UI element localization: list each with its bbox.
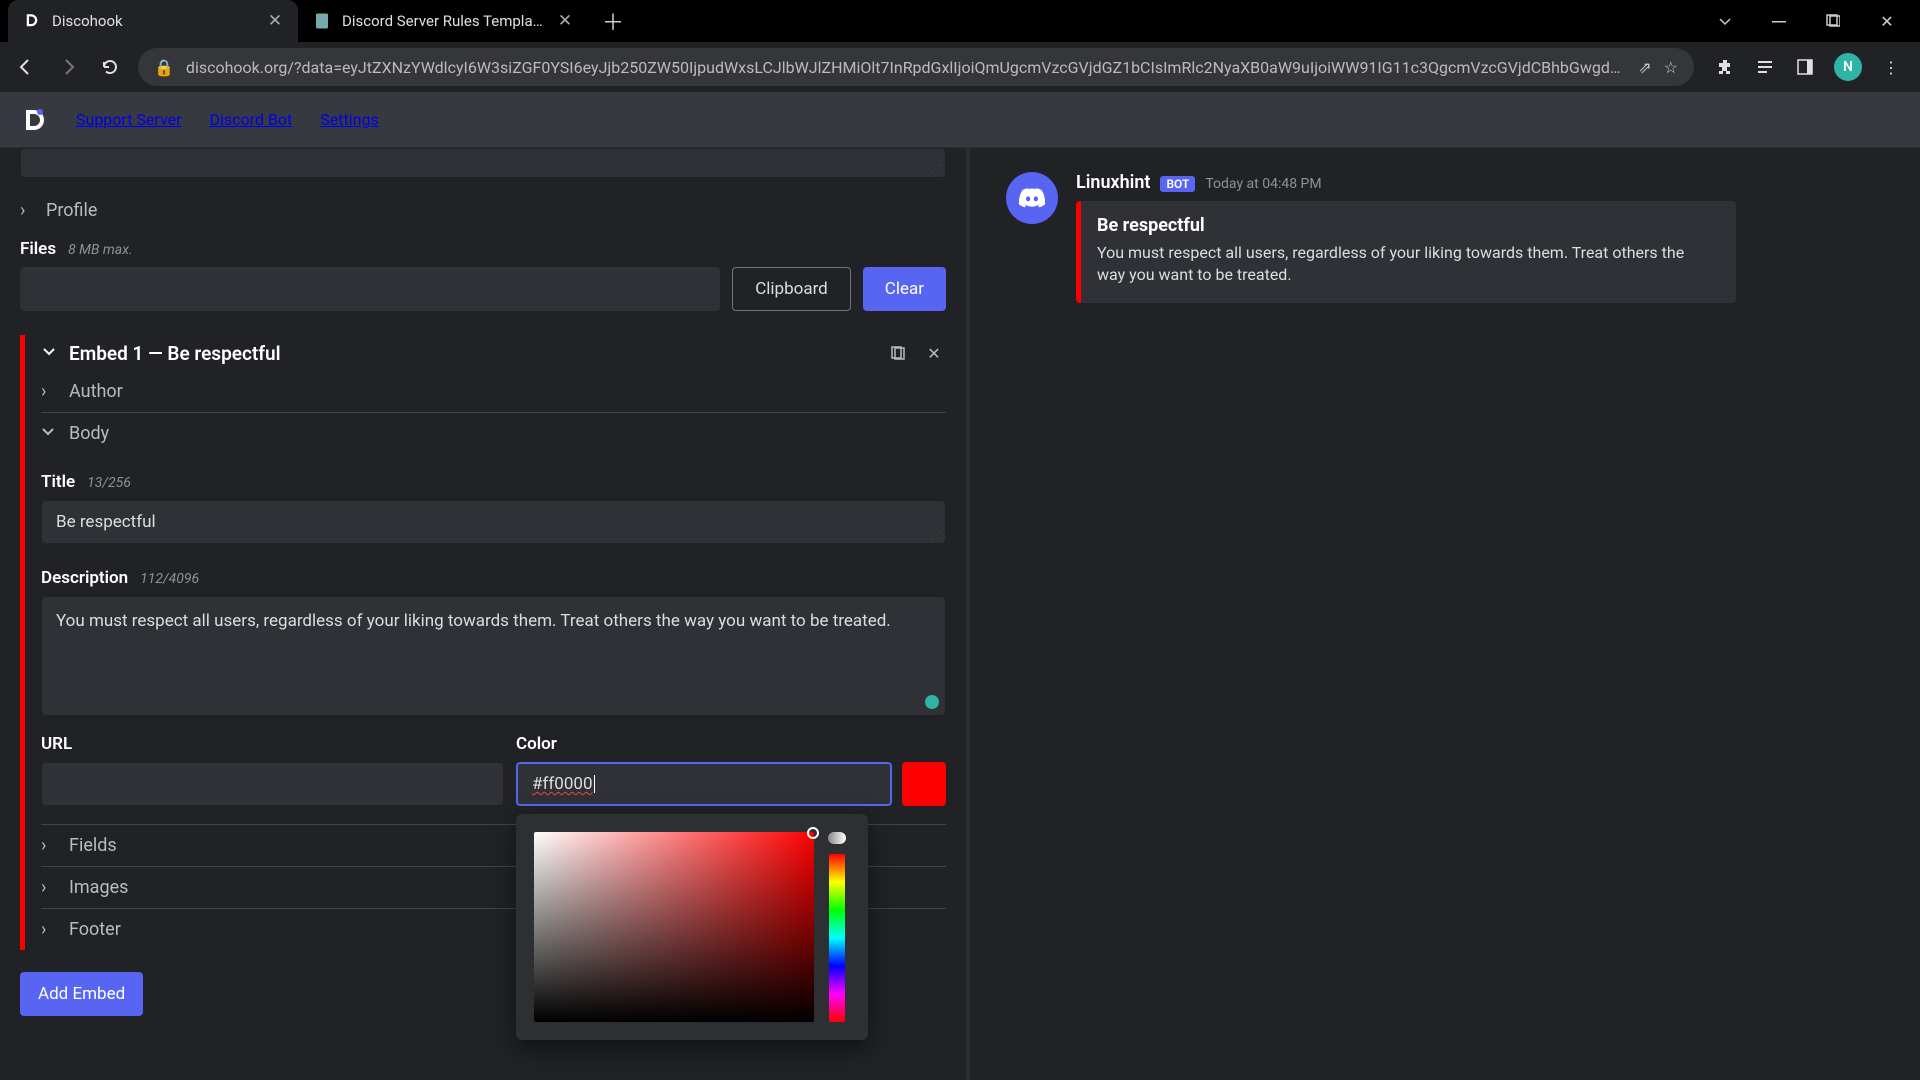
- duplicate-icon[interactable]: [886, 341, 910, 365]
- url-text: discohook.org/?data=eyJtZXNzYWdlcyI6W3si…: [186, 58, 1626, 77]
- chevron-down-icon: [41, 343, 57, 363]
- preview-embed-title: Be respectful: [1097, 215, 1716, 236]
- color-input[interactable]: #ff0000: [516, 762, 892, 806]
- description-count: 112/4096: [140, 571, 199, 587]
- maximize-icon[interactable]: [1808, 2, 1858, 40]
- lock-icon: 🔒: [154, 58, 174, 77]
- close-icon[interactable]: ✕: [556, 12, 574, 30]
- address-bar[interactable]: 🔒 discohook.org/?data=eyJtZXNzYWdlcyI6W3…: [138, 48, 1694, 86]
- url-label: URL: [41, 734, 72, 754]
- minimize-icon[interactable]: [1754, 2, 1804, 40]
- color-picker: [516, 814, 868, 1040]
- nav-discord-bot[interactable]: Discord Bot: [210, 110, 293, 129]
- files-max: 8 MB max.: [68, 242, 132, 258]
- chevron-right-icon: ›: [41, 919, 57, 940]
- preview-message: Linuxhint BOT Today at 04:48 PM Be respe…: [1006, 172, 1884, 303]
- kebab-menu-icon[interactable]: ⋮: [1880, 56, 1902, 78]
- clipboard-button[interactable]: Clipboard: [732, 267, 851, 311]
- files-input[interactable]: [20, 267, 720, 311]
- embed-header[interactable]: Embed 1 — Be respectful ✕: [41, 335, 946, 371]
- browser-chrome: Discohook ✕ Discord Server Rules Templat…: [0, 0, 1920, 92]
- title-label: Title: [41, 472, 75, 492]
- toolbar-icons: N ⋮: [1708, 53, 1908, 81]
- fields-label: Fields: [69, 835, 117, 856]
- color-swatch[interactable]: [902, 762, 946, 806]
- resize-handle-icon[interactable]: ⋰: [931, 530, 941, 541]
- url-input[interactable]: [41, 762, 504, 806]
- alpha-slider[interactable]: [828, 832, 846, 844]
- close-icon[interactable]: ✕: [922, 341, 946, 365]
- favicon-discord-rules: [312, 11, 332, 31]
- chevron-right-icon: ›: [20, 200, 36, 221]
- tab-strip: Discohook ✕ Discord Server Rules Templat…: [0, 0, 1920, 42]
- star-icon[interactable]: ☆: [1664, 58, 1678, 77]
- chevron-down-icon: [41, 423, 57, 444]
- chevron-right-icon: ›: [41, 381, 57, 402]
- preview-username: Linuxhint: [1076, 172, 1150, 193]
- author-label: Author: [69, 381, 123, 402]
- preview-avatar: [1006, 172, 1058, 224]
- clear-button[interactable]: Clear: [863, 267, 946, 311]
- preview-pane: Linuxhint BOT Today at 04:48 PM Be respe…: [970, 148, 1920, 1080]
- profile-label: Profile: [46, 200, 97, 221]
- grammar-badge-icon[interactable]: [925, 695, 939, 709]
- title-input[interactable]: Be respectful ⋰: [41, 500, 946, 544]
- app-logo: [20, 106, 48, 134]
- embed-block: Embed 1 — Be respectful ✕ › Author Body …: [20, 335, 946, 950]
- editor-pane: ⋰ › Profile Files 8 MB max. Clipboard Cl…: [0, 148, 970, 1080]
- preview-embed: Be respectful You must respect all users…: [1076, 201, 1736, 303]
- add-embed-button[interactable]: Add Embed: [20, 972, 143, 1016]
- color-label: Color: [516, 734, 557, 754]
- files-label: Files: [20, 239, 56, 259]
- chevron-right-icon: ›: [41, 877, 57, 898]
- reading-list-icon[interactable]: [1754, 56, 1776, 78]
- preview-timestamp: Today at 04:48 PM: [1205, 176, 1321, 192]
- embed-title-header: Embed 1 — Be respectful: [69, 342, 874, 365]
- chevron-right-icon: ›: [41, 835, 57, 856]
- description-input[interactable]: You must respect all users, regardless o…: [41, 596, 946, 716]
- url-bar: 🔒 discohook.org/?data=eyJtZXNzYWdlcyI6W3…: [0, 42, 1920, 92]
- nav-support-server[interactable]: Support Server: [76, 110, 182, 129]
- saturation-area[interactable]: [534, 832, 814, 1022]
- tab-title: Discohook: [52, 12, 256, 30]
- side-panel-icon[interactable]: [1794, 56, 1816, 78]
- saturation-cursor[interactable]: [807, 827, 819, 839]
- profile-avatar[interactable]: N: [1834, 53, 1862, 81]
- nav-settings[interactable]: Settings: [320, 110, 378, 129]
- content: ⋰ › Profile Files 8 MB max. Clipboard Cl…: [0, 148, 1920, 1080]
- forward-icon[interactable]: [54, 53, 82, 81]
- tab-discohook[interactable]: Discohook ✕: [8, 0, 298, 42]
- window-controls: ✕: [1700, 0, 1920, 42]
- favicon-discohook: [22, 11, 42, 31]
- description-label: Description: [41, 568, 128, 588]
- extensions-icon[interactable]: [1714, 56, 1736, 78]
- bot-badge: BOT: [1160, 176, 1195, 192]
- reload-icon[interactable]: [96, 53, 124, 81]
- tab-title: Discord Server Rules Template | D: [342, 12, 546, 30]
- close-window-icon[interactable]: ✕: [1862, 2, 1912, 40]
- footer-label: Footer: [69, 919, 121, 940]
- images-label: Images: [69, 877, 128, 898]
- author-section-toggle[interactable]: › Author: [41, 371, 946, 412]
- title-count: 13/256: [87, 475, 131, 491]
- body-label: Body: [69, 423, 109, 444]
- resize-handle-icon[interactable]: ⋰: [931, 164, 941, 175]
- body-section-toggle[interactable]: Body: [41, 412, 946, 454]
- tab-discord-rules[interactable]: Discord Server Rules Template | D ✕: [298, 0, 588, 42]
- profile-section-toggle[interactable]: › Profile: [20, 190, 946, 231]
- tab-dropdown-icon[interactable]: [1700, 2, 1750, 40]
- back-icon[interactable]: [12, 53, 40, 81]
- hue-slider[interactable]: [829, 854, 845, 1022]
- preview-embed-desc: You must respect all users, regardless o…: [1097, 242, 1716, 287]
- app-header: Support Server Discord Bot Settings: [0, 92, 1920, 148]
- new-tab-button[interactable]: ＋: [596, 4, 630, 38]
- content-textarea[interactable]: ⋰: [20, 148, 946, 178]
- close-icon[interactable]: ✕: [266, 12, 284, 30]
- share-icon[interactable]: ⇗: [1638, 58, 1651, 77]
